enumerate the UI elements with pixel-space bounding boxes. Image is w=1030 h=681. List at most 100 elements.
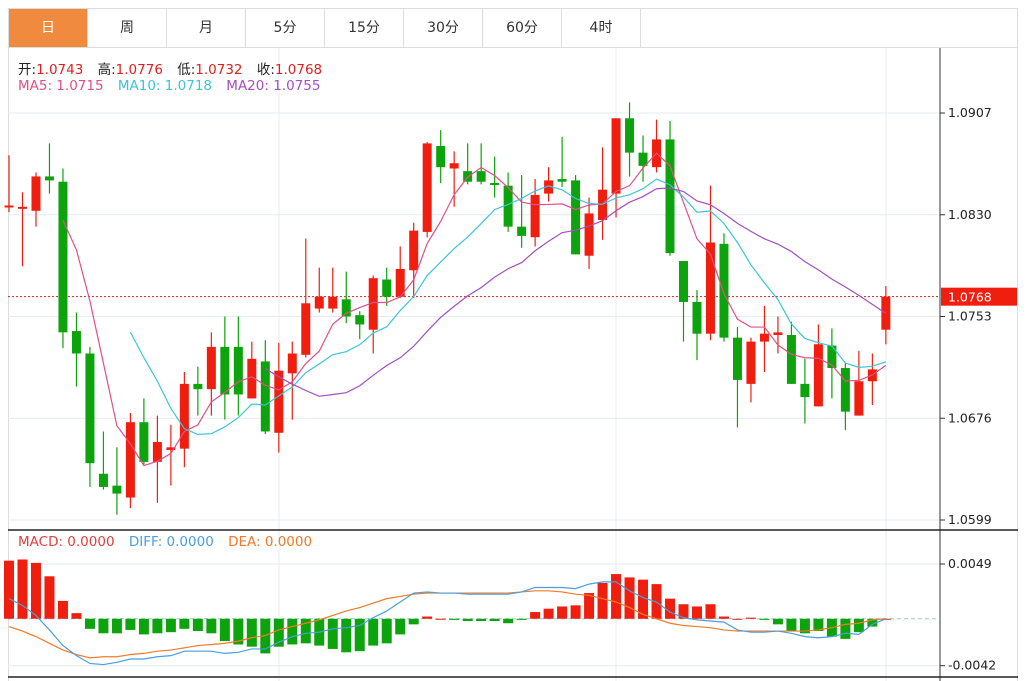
macd-bar	[853, 618, 864, 633]
macd-bar	[705, 604, 716, 619]
close-label: 收:	[256, 62, 275, 78]
candle-up	[328, 296, 338, 309]
price-tick-label: 1.0753	[948, 309, 992, 324]
candle-down	[71, 331, 81, 354]
macd-bar	[449, 618, 460, 620]
candle-up	[705, 242, 715, 334]
low-value: 1.0732	[195, 62, 243, 78]
candle-down	[476, 171, 486, 182]
macd-bar	[543, 608, 554, 619]
candle-up	[584, 213, 594, 256]
macd-bar	[98, 618, 109, 634]
macd-bar	[17, 559, 28, 619]
macd-bar	[111, 618, 122, 634]
macd-bar	[165, 618, 176, 633]
macd-bar	[30, 562, 41, 619]
open-label: 开:	[18, 62, 37, 78]
macd-bar	[732, 618, 743, 620]
macd-bar	[786, 618, 797, 632]
candle-down	[557, 179, 567, 182]
candle-down	[260, 361, 270, 432]
candle-up	[206, 346, 216, 390]
macd-bar	[408, 618, 419, 625]
ohlc-legend: 开:1.0743 高:1.0776 低:1.0732 收:1.0768	[18, 58, 332, 78]
macd-bar	[381, 618, 392, 644]
candle-down	[490, 183, 500, 186]
candle-down	[665, 139, 675, 254]
candle-up	[449, 163, 459, 169]
macd-bar	[57, 600, 68, 619]
macd-value: MACD: 0.0000	[18, 534, 115, 550]
macd-bar	[691, 606, 702, 619]
candle-down	[44, 176, 54, 181]
candle-down	[719, 243, 729, 338]
price-tick-label: 1.0830	[948, 207, 992, 222]
candle-up	[314, 296, 324, 309]
candle-down	[840, 368, 850, 412]
candle-up	[125, 422, 135, 498]
candle-down	[233, 346, 243, 395]
low-label: 低:	[177, 62, 196, 78]
candle-down	[85, 353, 95, 464]
macd-legend: MACD: 0.0000 DIFF: 0.0000 DEA: 0.0000	[18, 534, 322, 550]
candle-down	[139, 422, 149, 462]
price-tick-label: 1.0907	[948, 105, 992, 120]
last-price-label: 1.0768	[948, 290, 992, 305]
macd-bar	[611, 574, 622, 619]
macd-bar	[503, 618, 514, 624]
macd-bar	[772, 618, 783, 625]
macd-bar	[570, 605, 581, 619]
candle-down	[193, 383, 203, 390]
macd-bar	[4, 560, 14, 619]
macd-bar	[84, 618, 95, 629]
candle-up	[813, 344, 823, 407]
candle-down	[98, 473, 108, 487]
candle-up	[31, 176, 41, 211]
candle-up	[287, 353, 297, 374]
macd-bar	[530, 612, 541, 619]
open-value: 1.0743	[36, 62, 84, 78]
macd-bar	[395, 618, 406, 635]
macd-bar	[759, 618, 770, 620]
candle-up	[301, 303, 311, 355]
price-tick-label: 1.0599	[948, 512, 992, 527]
macd-tick-label: -0.0042	[948, 658, 996, 673]
macd-bar	[624, 577, 635, 619]
macd-bar	[718, 616, 729, 619]
candle-up	[422, 143, 432, 232]
macd-bar	[840, 618, 851, 639]
candle-up	[773, 332, 783, 335]
candle-up	[759, 333, 769, 342]
candle-down	[382, 279, 392, 297]
macd-bar	[206, 618, 217, 634]
candle-down	[517, 226, 527, 236]
macd-bar	[44, 576, 55, 619]
candle-down	[786, 335, 796, 384]
candle-down	[220, 346, 230, 395]
candle-up	[854, 381, 864, 416]
macd-tick-label: 0.0049	[948, 556, 992, 571]
macd-bar	[179, 618, 190, 629]
ma-legend: MA5: 1.0715 MA10: 1.0718 MA20: 1.0755	[18, 78, 330, 94]
ma5-value: MA5: 1.0715	[18, 78, 104, 94]
candle-down	[732, 337, 742, 380]
macd-bar	[597, 582, 608, 619]
high-label: 高:	[97, 62, 116, 78]
candle-down	[112, 485, 122, 494]
kline-chart[interactable]: 1.0907 1.0830 1.0753 1.0676 1.0599 0.0049 -0.0…	[0, 0, 1030, 681]
candle-up	[409, 230, 419, 271]
macd-bar	[71, 613, 82, 619]
price-tick-label: 1.0676	[948, 410, 992, 425]
macd-bar	[287, 618, 298, 645]
macd-bar	[422, 616, 433, 619]
macd-bar	[152, 618, 163, 634]
ma10-value: MA10: 1.0718	[117, 78, 212, 94]
macd-bar	[462, 618, 473, 621]
macd-bar	[584, 593, 595, 619]
candle-up	[4, 205, 14, 208]
macd-bar	[138, 618, 149, 635]
candle-down	[58, 181, 68, 333]
macd-bar	[489, 618, 500, 621]
candle-down	[571, 180, 581, 255]
macd-bar	[557, 606, 568, 619]
